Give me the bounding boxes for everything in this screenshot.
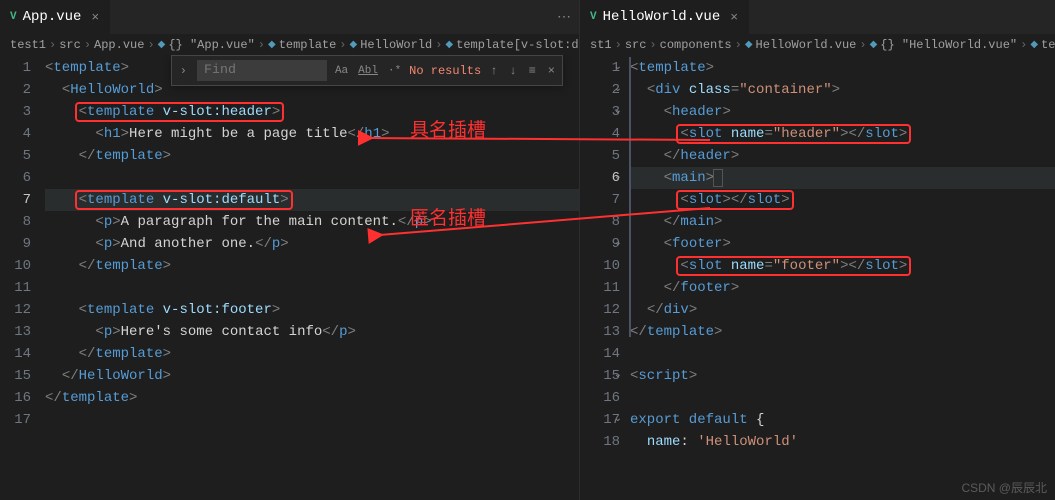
tab-label: HelloWorld.vue <box>603 9 721 25</box>
code-line[interactable]: </template> <box>45 343 579 365</box>
code-line[interactable]: </template> <box>45 255 579 277</box>
find-result: No results <box>409 64 481 78</box>
arrow-up-icon[interactable]: ↑ <box>487 64 500 78</box>
code-line[interactable]: <footer> <box>630 233 1055 255</box>
code-line[interactable]: <h1>Here might be a page title</h1> <box>45 123 579 145</box>
find-widget: › Aa Abl ·* No results ↑ ↓ ≡ × <box>171 55 563 86</box>
find-opt-case[interactable]: Aa <box>333 65 350 77</box>
tab-label: App.vue <box>23 9 82 25</box>
code-line[interactable]: <div class="container"> <box>630 79 1055 101</box>
code-line[interactable]: </HelloWorld> <box>45 365 579 387</box>
gutter-left: 1234567891011121314151617 <box>0 55 45 500</box>
code-line[interactable]: </header> <box>630 145 1055 167</box>
code-line[interactable]: name: 'HelloWorld' <box>630 431 1055 453</box>
tabs-left: V App.vue × ⋯ <box>0 0 579 35</box>
code-line[interactable]: </main> <box>630 211 1055 233</box>
breadcrumb-left[interactable]: test1 › src › App.vue › ◆ {} "App.vue" ›… <box>0 35 579 55</box>
watermark: CSDN @辰辰北 <box>961 479 1047 496</box>
code-line[interactable]: </template> <box>45 387 579 409</box>
code-line[interactable] <box>45 409 579 431</box>
code-line[interactable]: export default { <box>630 409 1055 431</box>
find-input[interactable] <box>197 60 327 81</box>
code-line[interactable] <box>630 387 1055 409</box>
code-right[interactable]: <template> <div class="container"> <head… <box>630 55 1055 500</box>
tab-app-vue[interactable]: V App.vue × <box>0 0 110 34</box>
close-icon[interactable]: × <box>91 10 99 25</box>
code-area-left[interactable]: 1234567891011121314151617 <template> <He… <box>0 55 579 500</box>
vue-icon: V <box>590 11 597 23</box>
code-area-right[interactable]: 1⌄2⌄3⌄456⌄789⌄101112131415⌄1617⌄18 <temp… <box>580 55 1055 500</box>
code-line[interactable] <box>45 277 579 299</box>
code-line[interactable]: <slot name="header"></slot> <box>630 123 1055 145</box>
gutter-right: 1⌄2⌄3⌄456⌄789⌄101112131415⌄1617⌄18 <box>580 55 630 500</box>
code-line[interactable] <box>45 167 579 189</box>
code-line[interactable]: <template v-slot:footer> <box>45 299 579 321</box>
code-line[interactable]: </div> <box>630 299 1055 321</box>
code-line[interactable]: <p>And another one.</p> <box>45 233 579 255</box>
code-line[interactable]: <template v-slot:default> <box>45 189 579 211</box>
tab-actions[interactable]: ⋯ <box>549 0 579 34</box>
annotation-named-slot: 具名插槽 <box>410 115 486 142</box>
code-line[interactable]: </template> <box>45 145 579 167</box>
code-line[interactable]: <slot></slot> <box>630 189 1055 211</box>
chevron-right-icon[interactable]: › <box>176 64 191 78</box>
breadcrumb-right[interactable]: st1 › src › components › ◆ HelloWorld.vu… <box>580 35 1055 55</box>
tabs-right: V HelloWorld.vue × <box>580 0 1055 35</box>
code-left[interactable]: <template> <HelloWorld> <template v-slot… <box>45 55 579 500</box>
find-selection-icon[interactable]: ≡ <box>526 64 539 78</box>
code-line[interactable] <box>630 343 1055 365</box>
code-line[interactable]: </template> <box>630 321 1055 343</box>
find-opt-word[interactable]: Abl <box>356 65 380 77</box>
code-line[interactable]: </footer> <box>630 277 1055 299</box>
code-line[interactable]: <template> <box>630 57 1055 79</box>
vue-icon: V <box>10 11 17 23</box>
editor-pane-right: V HelloWorld.vue × st1 › src › component… <box>580 0 1055 500</box>
code-line[interactable]: <template v-slot:header> <box>45 101 579 123</box>
code-line[interactable]: <p>A paragraph for the main content.</p> <box>45 211 579 233</box>
code-line[interactable]: <slot name="footer"></slot> <box>630 255 1055 277</box>
find-opt-regex[interactable]: ·* <box>386 65 403 77</box>
code-line[interactable]: <script> <box>630 365 1055 387</box>
close-icon[interactable]: × <box>545 64 558 78</box>
code-line[interactable]: <p>Here's some contact info</p> <box>45 321 579 343</box>
arrow-down-icon[interactable]: ↓ <box>506 64 519 78</box>
close-icon[interactable]: × <box>730 10 738 25</box>
tab-helloworld-vue[interactable]: V HelloWorld.vue × <box>580 0 749 34</box>
code-line[interactable]: <main> <box>630 167 1055 189</box>
editor-pane-left: V App.vue × ⋯ test1 › src › App.vue › ◆ … <box>0 0 580 500</box>
annotation-anon-slot: 匿名插槽 <box>410 203 486 230</box>
code-line[interactable]: <header> <box>630 101 1055 123</box>
